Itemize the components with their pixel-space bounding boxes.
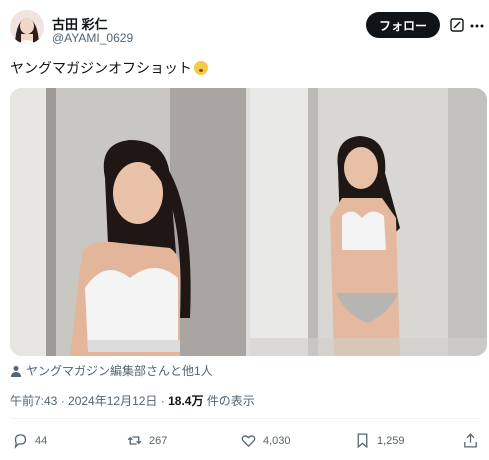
like-button[interactable]: 4,030 (240, 432, 291, 449)
shushing-face-emoji (194, 61, 208, 75)
share-icon (464, 433, 477, 448)
share-button[interactable] (462, 432, 479, 449)
media-photo-right[interactable] (250, 88, 487, 356)
views-label: 件の表示 (203, 394, 255, 408)
reply-icon (14, 434, 27, 449)
tweet-meta: 午前7:43 · 2024年12月12日 · 18.4万 件の表示 (10, 392, 255, 409)
follow-button[interactable]: フォロー (366, 12, 440, 38)
bookmark-count: 1,259 (377, 434, 405, 447)
bookmark-icon (357, 433, 368, 449)
meta-separator: · (57, 394, 69, 408)
action-bar: 44 267 4,030 1,259 (10, 432, 480, 452)
media-grid (10, 88, 487, 356)
media-photo-left[interactable] (10, 88, 246, 356)
reply-count: 44 (35, 434, 48, 447)
bookmark-button[interactable]: 1,259 (354, 432, 405, 449)
tweet-header: 古田 彩仁 @AYAMI_0629 フォロー (10, 10, 484, 50)
person-icon (11, 365, 21, 377)
tweet-time[interactable]: 午前7:43 (10, 394, 57, 408)
grok-icon[interactable] (450, 18, 464, 32)
reply-button[interactable]: 44 (12, 432, 47, 449)
avatar[interactable] (10, 10, 44, 44)
user-handle[interactable]: @AYAMI_0629 (52, 31, 133, 45)
divider (10, 418, 480, 419)
meta-separator: · (157, 394, 169, 408)
repost-icon (127, 436, 142, 445)
heart-icon (241, 435, 256, 448)
like-count: 4,030 (263, 434, 291, 447)
repost-count: 267 (149, 434, 168, 447)
more-options-icon[interactable] (470, 24, 484, 28)
tweet-text: ヤングマガジンオフショット (10, 58, 208, 78)
tagged-users-text: ヤングマガジン編集部さんと他1人 (26, 364, 213, 378)
repost-button[interactable]: 267 (126, 432, 167, 449)
views-count: 18.4万 (168, 394, 204, 408)
tweet-text-content: ヤングマガジンオフショット (10, 60, 192, 76)
tweet-date[interactable]: 2024年12月12日 (68, 394, 157, 408)
tagged-users[interactable]: ヤングマガジン編集部さんと他1人 (10, 362, 213, 379)
